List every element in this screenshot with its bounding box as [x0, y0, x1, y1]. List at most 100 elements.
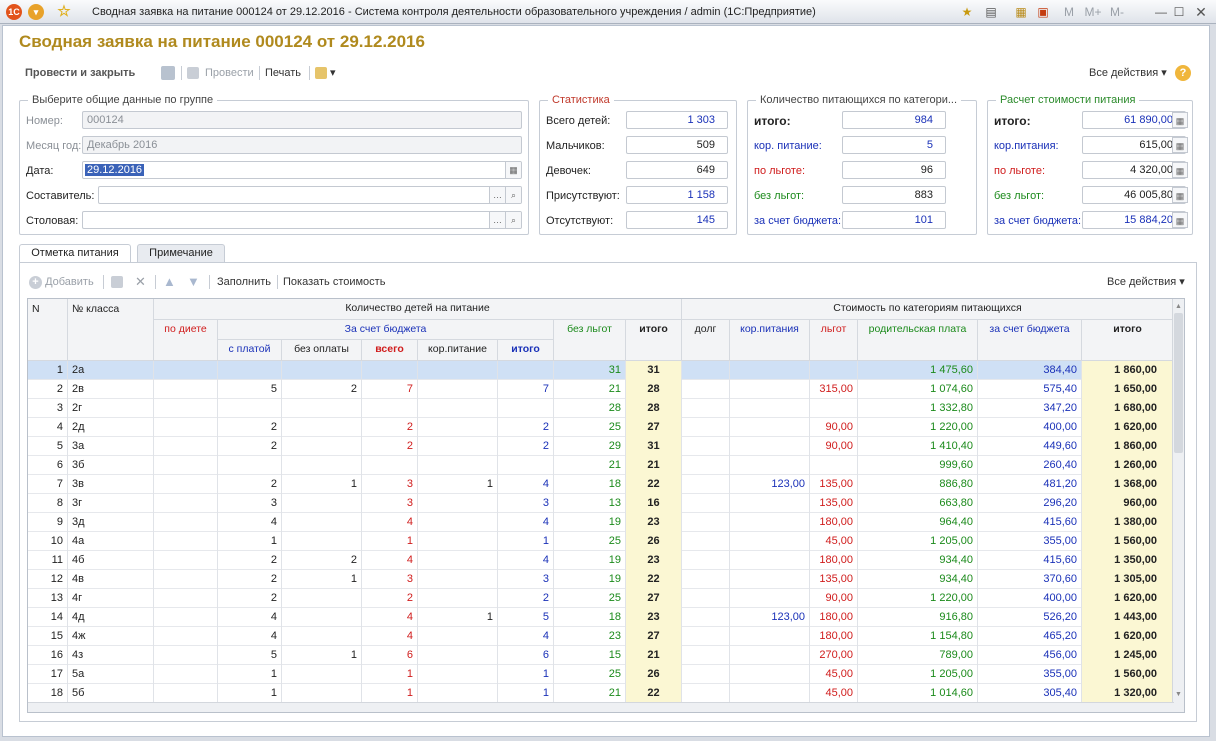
cell-ben[interactable]: 135,00 — [810, 475, 858, 494]
horizontal-scrollbar[interactable] — [28, 702, 1174, 712]
calculator-icon[interactable]: ▦ — [1172, 162, 1188, 178]
cell-par[interactable]: 934,40 — [858, 570, 978, 589]
cell-ben[interactable]: 315,00 — [810, 380, 858, 399]
cell-corrc[interactable] — [730, 456, 810, 475]
delete-row-icon[interactable]: ✕ — [135, 273, 146, 291]
cell-tot[interactable]: 6 — [362, 646, 418, 665]
table-row[interactable]: 5 3а 2 2 2 29 31 90,00 1 410,40 449,60 1 860,00 — [28, 437, 1174, 456]
cell-ben[interactable]: 45,00 — [810, 532, 858, 551]
cell-itc[interactable]: 1 620,00 — [1082, 418, 1174, 437]
cell-corrc[interactable] — [730, 570, 810, 589]
cell-itc[interactable]: 1 680,00 — [1082, 399, 1174, 418]
cell-it[interactable]: 16 — [626, 494, 682, 513]
cell-paid[interactable]: 2 — [218, 570, 282, 589]
cell-cls[interactable]: 4а — [68, 532, 154, 551]
cell-itb[interactable] — [498, 399, 554, 418]
cell-debt[interactable] — [682, 456, 730, 475]
cell-tot[interactable]: 3 — [362, 494, 418, 513]
table-row[interactable]: 7 3в 2 1 3 1 4 18 22 123,00 135,00 886,80 481,20 1 36… — [28, 475, 1174, 494]
cell-itc[interactable]: 1 305,00 — [1082, 570, 1174, 589]
table-row[interactable]: 17 5а 1 1 1 25 26 45,00 1 205,00 355,00 1 560,00 — [28, 665, 1174, 684]
cell-itc[interactable]: 1 560,00 — [1082, 665, 1174, 684]
cell-tot[interactable]: 2 — [362, 437, 418, 456]
cell-free[interactable] — [282, 437, 362, 456]
canteen-search-icon[interactable]: ⌕ — [505, 212, 521, 228]
header-class[interactable]: № класса — [68, 299, 154, 361]
cell-nob[interactable]: 31 — [554, 361, 626, 380]
header-itogo[interactable]: итого — [626, 320, 682, 361]
cell-cls[interactable]: 3в — [68, 475, 154, 494]
cell-free[interactable] — [282, 361, 362, 380]
cell-bud[interactable]: 355,00 — [978, 532, 1082, 551]
cell-debt[interactable] — [682, 646, 730, 665]
cell-corr[interactable] — [418, 361, 498, 380]
cell-diet[interactable] — [154, 551, 218, 570]
group_cost-value[interactable]: 61 890,00 — [1082, 111, 1186, 129]
author-select-button[interactable]: … — [489, 187, 505, 203]
print-button[interactable]: Печать — [265, 64, 301, 82]
cell-ben[interactable]: 135,00 — [810, 570, 858, 589]
cell-diet[interactable] — [154, 380, 218, 399]
cell-tot[interactable]: 4 — [362, 551, 418, 570]
cell-corrc[interactable] — [730, 589, 810, 608]
cell-paid[interactable]: 1 — [218, 665, 282, 684]
cell-it[interactable]: 23 — [626, 551, 682, 570]
bookmark-icon[interactable]: ▤ — [982, 3, 1000, 21]
cell-it[interactable]: 26 — [626, 532, 682, 551]
cell-cls[interactable]: 5б — [68, 684, 154, 703]
cell-n[interactable]: 14 — [28, 608, 68, 627]
cell-free[interactable]: 2 — [282, 551, 362, 570]
cell-itb[interactable]: 4 — [498, 475, 554, 494]
table-row[interactable]: 11 4б 2 2 4 4 19 23 180,00 934,40 415,60 1 350,00 — [28, 551, 1174, 570]
cell-bud[interactable]: 400,00 — [978, 589, 1082, 608]
cell-n[interactable]: 4 — [28, 418, 68, 437]
cell-corr[interactable] — [418, 684, 498, 703]
header-diet[interactable]: по диете — [154, 320, 218, 361]
cell-itc[interactable]: 1 260,00 — [1082, 456, 1174, 475]
cell-itb[interactable]: 2 — [498, 437, 554, 456]
table-row[interactable]: 13 4г 2 2 2 25 27 90,00 1 220,00 400,00 1 620,00 — [28, 589, 1174, 608]
cell-par[interactable]: 999,60 — [858, 456, 978, 475]
group_stats-value[interactable]: 649 — [626, 161, 728, 179]
cell-it[interactable]: 31 — [626, 437, 682, 456]
cell-it[interactable]: 22 — [626, 570, 682, 589]
cell-nob[interactable]: 21 — [554, 456, 626, 475]
scroll-up-icon[interactable]: ▲ — [1175, 303, 1182, 310]
cell-cls[interactable]: 4з — [68, 646, 154, 665]
cell-corrc[interactable]: 123,00 — [730, 608, 810, 627]
group_cost-value[interactable]: 615,00 — [1082, 136, 1186, 154]
table-row[interactable]: 1 2а 31 31 1 475,60 384,40 1 860,00 — [28, 361, 1174, 380]
cell-debt[interactable] — [682, 399, 730, 418]
cell-itb[interactable]: 3 — [498, 494, 554, 513]
cell-diet[interactable] — [154, 437, 218, 456]
scroll-down-icon[interactable]: ▼ — [1175, 691, 1182, 698]
cell-diet[interactable] — [154, 475, 218, 494]
cell-diet[interactable] — [154, 399, 218, 418]
cell-cls[interactable]: 5а — [68, 665, 154, 684]
cell-debt[interactable] — [682, 532, 730, 551]
cell-tot[interactable]: 4 — [362, 608, 418, 627]
cell-par[interactable]: 1 074,60 — [858, 380, 978, 399]
cell-bud[interactable]: 415,60 — [978, 551, 1082, 570]
cell-n[interactable]: 18 — [28, 684, 68, 703]
cell-debt[interactable] — [682, 627, 730, 646]
group_count-value[interactable]: 96 — [842, 161, 946, 179]
cell-corr[interactable] — [418, 456, 498, 475]
cell-corr[interactable] — [418, 665, 498, 684]
cell-debt[interactable] — [682, 475, 730, 494]
header-benefit[interactable]: льгот — [810, 320, 858, 361]
cell-cls[interactable]: 4б — [68, 551, 154, 570]
menu-dropdown-icon[interactable]: ▾ — [28, 4, 44, 20]
cell-ben[interactable]: 180,00 — [810, 627, 858, 646]
cell-corr[interactable] — [418, 513, 498, 532]
header-itogo-budget[interactable]: итого — [498, 340, 554, 361]
cell-ben[interactable]: 90,00 — [810, 418, 858, 437]
cell-corr[interactable] — [418, 627, 498, 646]
cell-paid[interactable]: 1 — [218, 532, 282, 551]
cell-n[interactable]: 6 — [28, 456, 68, 475]
cell-itc[interactable]: 1 350,00 — [1082, 551, 1174, 570]
cell-debt[interactable] — [682, 418, 730, 437]
cell-corr[interactable] — [418, 551, 498, 570]
table-row[interactable]: 14 4д 4 4 1 5 18 23 123,00 180,00 916,80 526,20 1 44… — [28, 608, 1174, 627]
cell-itc[interactable]: 1 860,00 — [1082, 437, 1174, 456]
